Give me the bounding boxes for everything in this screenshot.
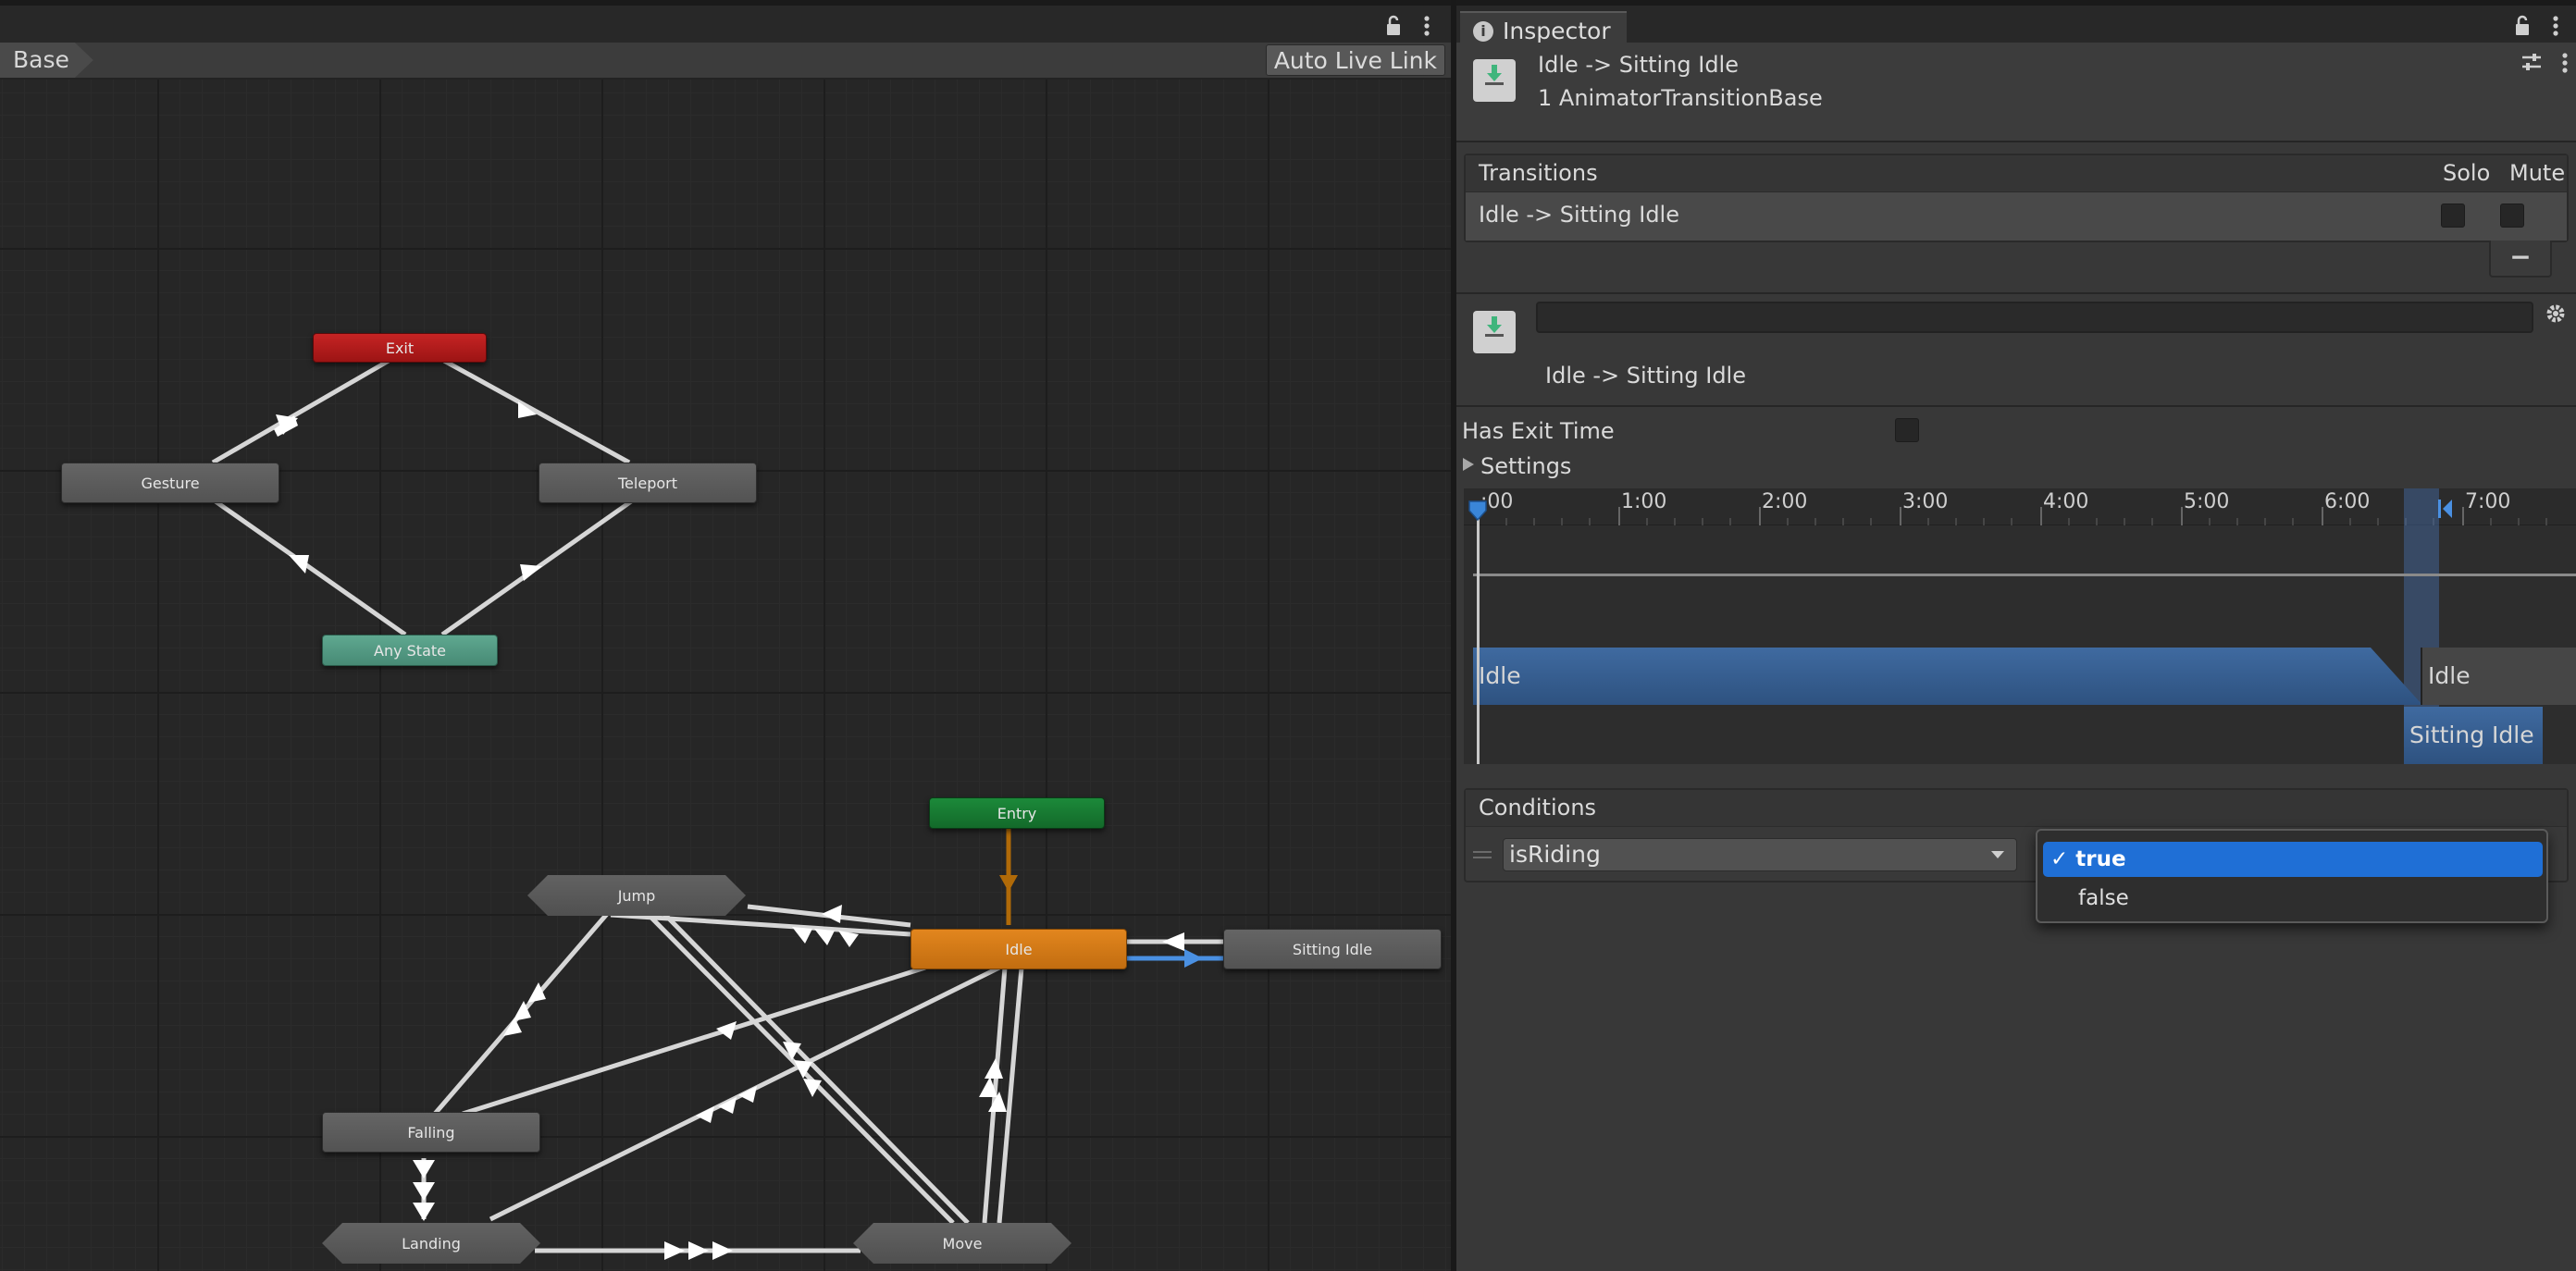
transition-preview-header: Idle -> Sitting Idle — [1456, 292, 2576, 407]
drag-handle-icon[interactable] — [1473, 847, 1492, 860]
breadcrumb-layer[interactable]: Base — [0, 43, 93, 78]
auto-live-link-button[interactable]: Auto Live Link — [1265, 44, 1445, 76]
state-node-any-state[interactable]: Any State — [322, 635, 498, 666]
parameter-curve-line — [1473, 574, 2576, 576]
has-exit-time-label: Has Exit Time — [1462, 418, 1615, 444]
state-node-jump[interactable]: Jump — [527, 875, 746, 916]
state-node-exit[interactable]: Exit — [313, 333, 487, 363]
ruler-tick-label: 2:00 — [1762, 490, 1808, 513]
condition-parameter-dropdown[interactable]: isRiding — [1503, 838, 2017, 871]
transition-end-marker-icon[interactable] — [2437, 498, 2454, 520]
has-exit-time-checkbox[interactable] — [1895, 418, 1919, 442]
dropdown-option-label: true — [2075, 847, 2126, 871]
state-node-gesture[interactable]: Gesture — [61, 463, 279, 503]
upper-arrowheads — [274, 401, 542, 581]
transition-row[interactable]: Idle -> Sitting Idle — [1466, 192, 2567, 241]
gear-icon[interactable] — [2545, 303, 2567, 327]
lock-icon[interactable] — [2511, 15, 2533, 39]
transition-lines — [211, 358, 1223, 1260]
transition-timeline[interactable]: :00 1:00 2:00 3:00 4:00 5:00 6:00 7:00 I… — [1464, 488, 2576, 764]
chevron-down-icon — [1990, 839, 2005, 879]
mute-checkbox[interactable] — [2500, 204, 2524, 228]
solo-checkbox[interactable] — [2441, 204, 2465, 228]
dropdown-option-label: false — [2078, 886, 2129, 910]
transitions-list: Transitions Solo Mute Idle -> Sitting Id… — [1464, 154, 2569, 242]
checkmark-icon: ✓ — [2050, 847, 2076, 871]
settings-foldout-label[interactable]: Settings — [1480, 453, 1571, 479]
state-node-sitting-idle[interactable]: Sitting Idle — [1223, 929, 1442, 969]
transitions-list-header: Transitions Solo Mute — [1466, 155, 2567, 192]
lock-icon[interactable] — [1382, 15, 1405, 39]
header-title: Idle -> Sitting Idle — [1538, 52, 1739, 78]
kebab-menu-icon[interactable] — [2554, 52, 2576, 76]
settings-foldout-arrow-icon[interactable] — [1462, 457, 1475, 472]
ruler-tick-label: 3:00 — [1902, 490, 1949, 513]
remove-transition-button[interactable]: − — [2489, 241, 2552, 278]
condition-parameter-value: isRiding — [1509, 841, 1601, 868]
conditions-list-header: Conditions — [1466, 790, 2567, 827]
graph-canvas[interactable] — [0, 80, 1451, 1271]
ruler-tick-label: 6:00 — [2324, 490, 2371, 513]
inspector-panel: i Inspector Idle -> Sitting Idle 1 Anima… — [1456, 0, 2576, 1271]
animator-graph-panel: Base Auto Live Link Exit Gesture Telepor… — [0, 0, 1451, 1271]
inspector-tab-bar: i Inspector — [1456, 0, 2576, 48]
kebab-menu-icon[interactable] — [2545, 15, 2567, 39]
dropdown-option-false[interactable]: false — [2043, 881, 2543, 916]
transition-row-label: Idle -> Sitting Idle — [1479, 202, 1679, 228]
preset-sliders-icon[interactable] — [2520, 52, 2543, 76]
kebab-menu-icon[interactable] — [1416, 15, 1438, 39]
transition-name-field[interactable] — [1536, 302, 2533, 333]
state-node-teleport[interactable]: Teleport — [539, 463, 757, 503]
ruler-tick-label: 7:00 — [2465, 490, 2511, 513]
header-subtitle: 1 AnimatorTransitionBase — [1538, 85, 1823, 111]
solo-column-label: Solo — [2443, 160, 2491, 186]
graph-tab-strip — [0, 0, 1451, 43]
info-icon: i — [1473, 21, 1493, 42]
preview-label: Idle -> Sitting Idle — [1545, 363, 1746, 389]
playhead-handle-icon[interactable] — [1468, 500, 1488, 522]
inspector-header: Idle -> Sitting Idle 1 AnimatorTransitio… — [1456, 43, 2576, 142]
state-node-idle[interactable]: Idle — [910, 929, 1127, 969]
ruler-tick-label: 4:00 — [2043, 490, 2089, 513]
state-node-move[interactable]: Move — [853, 1223, 1071, 1264]
playhead-line — [1477, 507, 1480, 764]
source-state-bar[interactable]: Idle — [1473, 648, 2422, 705]
animator-transition-icon — [1473, 59, 1516, 102]
ruler-tick-label: 1:00 — [1621, 490, 1667, 513]
next-state-bar[interactable]: Idle — [2421, 648, 2576, 705]
transitions-header-label: Transitions — [1479, 160, 1598, 186]
conditions-header-label: Conditions — [1479, 795, 1597, 821]
animator-transition-icon — [1473, 311, 1516, 353]
destination-state-bar[interactable]: Sitting Idle — [2404, 707, 2543, 764]
mute-column-label: Mute — [2509, 160, 2566, 186]
state-node-falling[interactable]: Falling — [322, 1112, 540, 1153]
ruler-tick-label: 5:00 — [2184, 490, 2230, 513]
state-node-entry[interactable]: Entry — [929, 797, 1105, 829]
graph-toolbar: Base Auto Live Link — [0, 43, 1451, 80]
condition-value-dropdown-menu: ✓ true false — [2036, 829, 2548, 923]
state-node-landing[interactable]: Landing — [322, 1223, 540, 1264]
dropdown-option-true[interactable]: ✓ true — [2043, 842, 2543, 877]
